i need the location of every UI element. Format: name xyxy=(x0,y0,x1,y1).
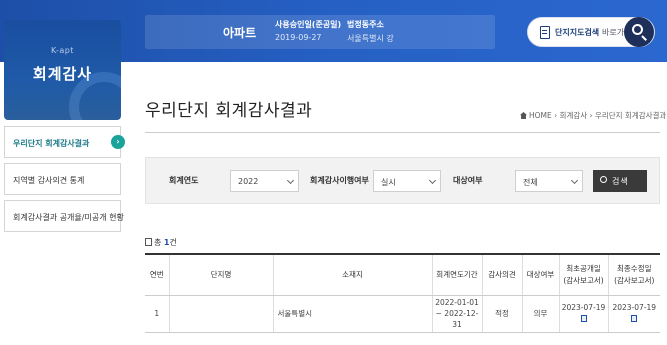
cell-opinion: 적정 xyxy=(481,295,522,333)
breadcrumb-level1[interactable]: 회계감사 xyxy=(560,111,588,120)
approval-info: 사용승인일(준공일) 2019-09-27 xyxy=(275,19,341,42)
approval-label: 사용승인일(준공일) xyxy=(275,20,342,29)
first-date: 2023-07-19 xyxy=(561,303,606,312)
col-target: 대상여부 xyxy=(521,253,559,296)
cell-final-date: 2023-07-19 xyxy=(607,295,660,333)
target-select[interactable]: 전체 xyxy=(515,170,583,192)
cell-addr: 서울특별시 xyxy=(272,295,432,333)
search-icon-handle xyxy=(641,35,647,41)
col-opinion: 감사의견 xyxy=(481,253,522,296)
doc-icon xyxy=(540,26,550,39)
search-icon xyxy=(600,176,607,183)
filter-search-button[interactable]: 검색 xyxy=(593,170,647,192)
chevron-down-icon xyxy=(570,176,579,185)
list-icon xyxy=(145,238,152,246)
year-label: 회계연도 xyxy=(169,176,199,185)
sidebar-item-regional-stats[interactable]: 지역별 감사의견 통계 xyxy=(4,163,121,195)
table-row[interactable]: 1 서울특별시 2022-01-01 ~ 2022-12-31 적정 의무 202… xyxy=(145,295,660,333)
map-search-text: 단지지도검색 xyxy=(555,28,600,37)
col-final-date: 최종수정일 (감사보고서) xyxy=(607,253,660,296)
title-divider xyxy=(145,132,660,133)
chevron-right-icon: › xyxy=(111,135,125,149)
file-icon[interactable] xyxy=(580,315,587,322)
sidebar-item-label: 우리단지 회계감사결과 xyxy=(13,139,90,148)
year-select[interactable]: 2022 xyxy=(230,170,299,192)
brand-logo[interactable]: K-apt 회계감사 xyxy=(4,20,121,120)
period-start: 2022-01-01 xyxy=(435,298,479,307)
table-header-row: 연번 단지명 소재지 회계연도기간 감사의견 대상여부 최초공개일 (감사보고서)… xyxy=(145,253,660,296)
count-prefix: 총 xyxy=(154,238,162,247)
audit-select-value: 실시 xyxy=(381,178,396,187)
col-final-date-l1: 최종수정일 xyxy=(617,263,652,273)
cell-name[interactable] xyxy=(168,295,273,333)
col-first-date-l2: (감사보고서) xyxy=(563,275,604,285)
address-info: 법정동주소 서울특별시 강 xyxy=(347,19,394,44)
target-select-value: 전체 xyxy=(523,178,538,187)
cell-target: 의무 xyxy=(521,295,559,333)
search-icon xyxy=(632,24,643,35)
breadcrumb: HOME › 회계감사 › 우리단지 회계감사결과 xyxy=(520,110,666,121)
address-value: 서울특별시 강 xyxy=(347,34,394,43)
cell-first-date: 2023-07-19 xyxy=(558,295,608,333)
address-label: 법정동주소 xyxy=(347,20,384,29)
brand-en: K-apt xyxy=(51,46,74,55)
audit-select[interactable]: 실시 xyxy=(373,170,441,192)
home-icon xyxy=(520,112,527,119)
apartment-info-box: 아파트 사용승인일(준공일) 2019-09-27 법정동주소 서울특별시 강 xyxy=(145,15,495,49)
filter-search-label: 검색 xyxy=(612,177,629,186)
sidebar-item-audit-results[interactable]: 우리단지 회계감사결과 › xyxy=(4,126,125,158)
col-period: 회계연도기간 xyxy=(431,253,482,296)
sidebar-item-label: 지역별 감사의견 통계 xyxy=(13,176,85,185)
year-select-value: 2022 xyxy=(238,177,259,186)
col-addr: 소재지 xyxy=(272,253,432,296)
target-label: 대상여부 xyxy=(453,176,483,185)
page-title: 우리단지 회계감사결과 xyxy=(145,101,313,121)
file-icon[interactable] xyxy=(631,315,638,322)
col-name: 단지명 xyxy=(168,253,273,296)
results-table: 연번 단지명 소재지 회계연도기간 감사의견 대상여부 최초공개일 (감사보고서)… xyxy=(145,253,660,333)
sidebar-item-disclosure-rate[interactable]: 회계감사결과 공개율/미공개 현황 xyxy=(4,200,124,232)
result-count: 총 1건 xyxy=(145,237,177,248)
sidebar-item-label: 회계감사결과 공개율/미공개 현황 xyxy=(13,213,124,222)
chevron-down-icon xyxy=(428,176,437,185)
breadcrumb-sep: › xyxy=(554,111,558,120)
breadcrumb-sep: › xyxy=(589,111,593,120)
search-button[interactable] xyxy=(624,17,654,47)
period-end: ~ 2022-12-31 xyxy=(435,309,479,329)
cell-period: 2022-01-01 ~ 2022-12-31 xyxy=(431,295,482,333)
chevron-down-icon xyxy=(286,176,295,185)
col-no: 연번 xyxy=(145,253,169,296)
apartment-title: 아파트 xyxy=(223,26,257,40)
sidebar-menu: 우리단지 회계감사결과 › 지역별 감사의견 통계 회계감사결과 공개율/미공개… xyxy=(4,126,125,237)
col-final-date-l2: (감사보고서) xyxy=(614,275,655,285)
map-search-label: 단지지도검색 바로가기 xyxy=(555,27,631,38)
breadcrumb-home[interactable]: HOME xyxy=(529,111,552,120)
cell-no: 1 xyxy=(145,295,169,333)
count-suffix: 건 xyxy=(169,238,177,247)
filter-panel: 회계연도 2022 회계감사이행여부 실시 대상여부 전체 검색 xyxy=(145,157,660,204)
col-first-date: 최초공개일 (감사보고서) xyxy=(558,253,608,296)
audit-label: 회계감사이행여부 xyxy=(310,176,369,185)
breadcrumb-level2[interactable]: 우리단지 회계감사결과 xyxy=(595,111,666,120)
final-date: 2023-07-19 xyxy=(612,303,657,312)
approval-date: 2019-09-27 xyxy=(275,33,322,42)
col-first-date-l1: 최초공개일 xyxy=(566,263,601,273)
